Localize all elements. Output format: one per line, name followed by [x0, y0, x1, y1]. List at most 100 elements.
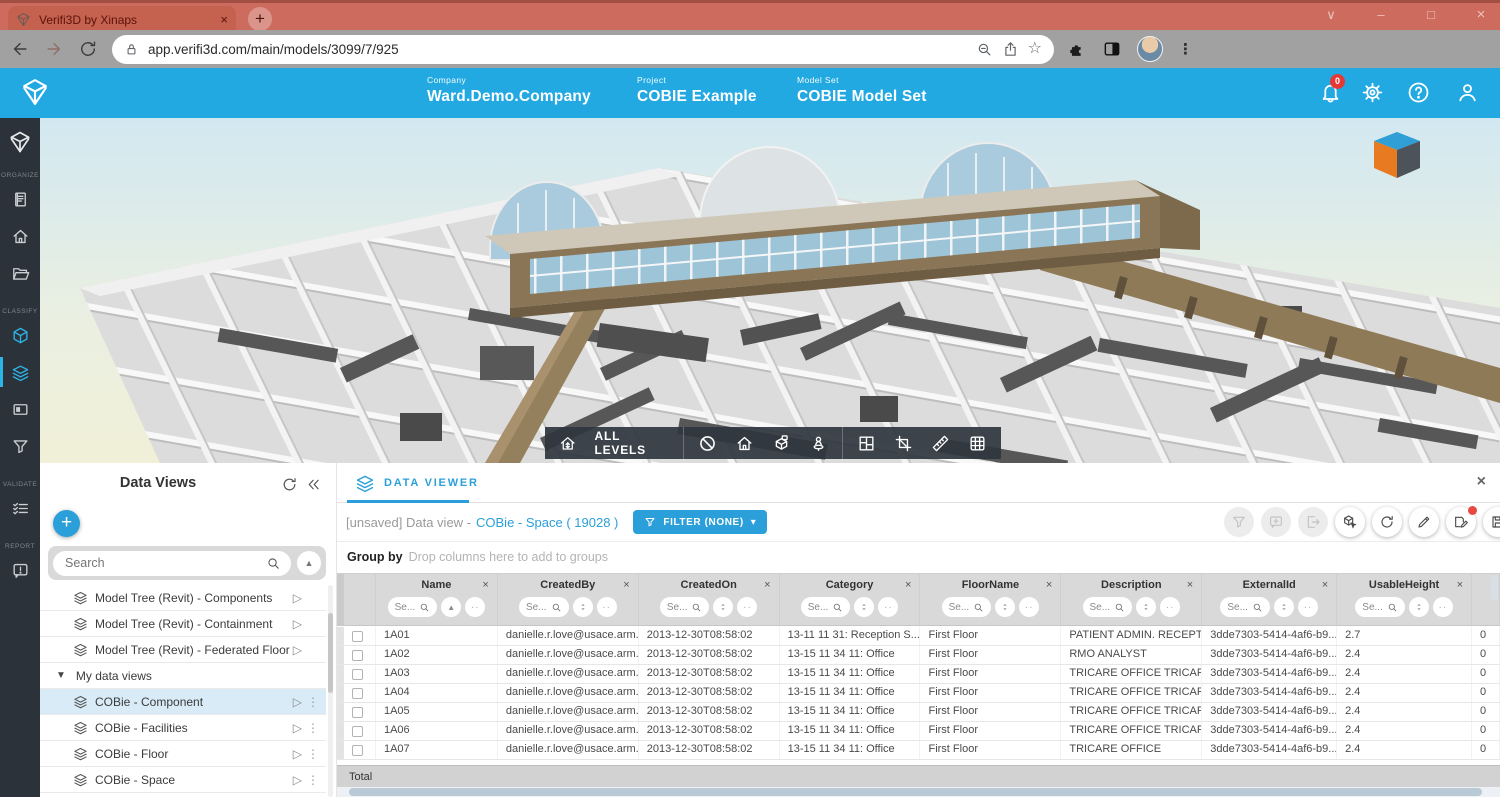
close-panel-icon[interactable]: × — [1477, 473, 1486, 491]
window-close-icon[interactable]: × — [1468, 6, 1494, 23]
data-view-item[interactable]: COBie - Floor▷⋮ — [40, 741, 326, 767]
crop-section-icon[interactable] — [894, 434, 913, 453]
run-view-icon[interactable]: ▷ — [293, 721, 302, 735]
column-header[interactable]: FloorName×Se...·· — [920, 574, 1061, 625]
grid-horizontal-scrollbar[interactable] — [337, 787, 1500, 797]
row-checkbox[interactable] — [352, 726, 363, 737]
remove-column-icon[interactable]: × — [482, 579, 488, 591]
column-search-input[interactable]: Se... — [942, 597, 992, 617]
window-maximize-icon[interactable]: □ — [1418, 7, 1444, 22]
data-view-item[interactable]: COBie - Facilities▷⋮ — [40, 715, 326, 741]
run-view-icon[interactable]: ▷ — [293, 643, 302, 657]
remove-column-icon[interactable]: × — [1046, 579, 1052, 591]
first-person-icon[interactable] — [809, 434, 828, 453]
tab-close-icon[interactable]: × — [220, 12, 228, 27]
table-row[interactable]: 1A07danielle.r.love@usace.arm...2013-12-… — [337, 741, 1500, 760]
sort-icon[interactable] — [854, 597, 874, 617]
remove-column-icon[interactable]: × — [1322, 579, 1328, 591]
sort-icon[interactable] — [995, 597, 1015, 617]
item-menu-icon[interactable]: ⋮ — [307, 747, 319, 761]
sort-icon[interactable] — [1409, 597, 1429, 617]
rail-item-issues[interactable] — [0, 553, 40, 587]
measure-ruler-icon[interactable] — [931, 434, 950, 453]
run-view-icon[interactable]: ▷ — [293, 747, 302, 761]
row-checkbox[interactable] — [352, 650, 363, 661]
column-menu-button[interactable]: ·· — [465, 597, 485, 617]
rail-item-home[interactable] — [0, 219, 40, 253]
help-icon[interactable] — [1406, 80, 1431, 105]
modelset-selector[interactable]: Model Set COBIE Model Set — [797, 75, 927, 106]
home-view-icon[interactable] — [735, 434, 754, 453]
share-icon[interactable] — [1002, 41, 1019, 58]
collapse-panel-icon[interactable] — [305, 476, 322, 493]
edit-view-button[interactable] — [1409, 507, 1439, 537]
rail-item-model[interactable] — [0, 318, 40, 352]
row-checkbox[interactable] — [352, 669, 363, 680]
data-view-item[interactable]: Model Tree (Revit) - Containment▷ — [40, 611, 326, 637]
url-text[interactable]: app.verifi3d.com/main/models/3099/7/925 — [148, 42, 967, 57]
run-view-icon[interactable]: ▷ — [293, 591, 302, 605]
sort-icon[interactable] — [573, 597, 593, 617]
extensions-icon[interactable] — [1068, 40, 1087, 59]
bookmark-star-icon[interactable]: ☆ — [1028, 41, 1042, 57]
window-minimize-icon[interactable]: – — [1368, 7, 1394, 22]
data-view-item[interactable]: COBie - Space▷⋮ — [40, 767, 326, 793]
rail-item-filters[interactable] — [0, 429, 40, 463]
table-row[interactable]: 1A03danielle.r.love@usace.arm...2013-12-… — [337, 665, 1500, 684]
column-search-input[interactable]: Se... — [660, 597, 710, 617]
column-search-input[interactable]: Se... — [519, 597, 569, 617]
caret-down-icon[interactable]: ▼ — [56, 670, 66, 681]
column-menu-button[interactable]: ·· — [1019, 597, 1039, 617]
run-view-icon[interactable]: ▷ — [293, 695, 302, 709]
remove-column-icon[interactable]: × — [764, 579, 770, 591]
section-box-icon[interactable] — [772, 434, 791, 453]
search-field[interactable] — [53, 551, 291, 576]
rail-logo-icon[interactable] — [8, 130, 32, 154]
column-header[interactable]: UsableHeight×Se...·· — [1337, 574, 1472, 625]
rail-item-data-views[interactable] — [0, 355, 40, 389]
column-menu-button[interactable]: ·· — [1160, 597, 1180, 617]
save-as-button[interactable] — [1446, 507, 1476, 537]
item-menu-icon[interactable]: ⋮ — [307, 721, 319, 735]
remove-column-icon[interactable]: × — [1187, 579, 1193, 591]
row-checkbox[interactable] — [352, 745, 363, 756]
table-row[interactable]: 1A01danielle.r.love@usace.arm...2013-12-… — [337, 627, 1500, 646]
select-in-model-button[interactable] — [1335, 507, 1365, 537]
data-view-item[interactable]: COBie - Component▷⋮ — [40, 689, 326, 715]
remove-column-icon[interactable]: × — [623, 579, 629, 591]
column-search-input[interactable]: Se... — [1220, 597, 1270, 617]
side-panel-icon[interactable] — [1102, 39, 1122, 59]
refresh-data-button[interactable] — [1372, 507, 1402, 537]
run-view-icon[interactable]: ▷ — [293, 617, 302, 631]
level-selector[interactable]: ALL LEVELS — [545, 427, 683, 459]
url-bar[interactable]: app.verifi3d.com/main/models/3099/7/925 … — [112, 35, 1054, 64]
sort-asc-icon[interactable]: ▲ — [441, 597, 461, 617]
zoom-out-icon[interactable] — [976, 41, 993, 58]
project-selector[interactable]: Project COBIE Example — [637, 75, 757, 106]
column-menu-button[interactable]: ·· — [737, 597, 757, 617]
window-menu-icon[interactable]: ∨ — [1318, 7, 1344, 23]
grid-vertical-scrollbar[interactable] — [1491, 575, 1498, 601]
view-name-link[interactable]: COBie - Space ( 19028 ) — [476, 515, 618, 530]
group-by-bar[interactable]: Group by Drop columns here to add to gro… — [337, 541, 1500, 572]
data-view-item[interactable]: Model Tree (Revit) - Components▷ — [40, 585, 326, 611]
rail-item-checks[interactable] — [0, 491, 40, 525]
navigation-cube[interactable] — [1370, 130, 1424, 180]
reload-icon[interactable] — [78, 39, 98, 59]
profile-avatar[interactable] — [1137, 36, 1163, 62]
column-menu-button[interactable]: ·· — [1433, 597, 1453, 617]
rail-item-projects[interactable] — [0, 256, 40, 290]
column-header[interactable]: Name×Se...▲·· — [376, 574, 498, 625]
sort-icon[interactable] — [1136, 597, 1156, 617]
row-checkbox[interactable] — [352, 631, 363, 642]
rail-item-cards[interactable] — [0, 392, 40, 426]
hide-elements-icon[interactable] — [698, 434, 717, 453]
back-icon[interactable] — [10, 39, 30, 59]
3d-viewport[interactable]: ALL LEVELS — [40, 118, 1500, 463]
row-checkbox[interactable] — [352, 707, 363, 718]
column-header[interactable]: CreatedOn×Se...·· — [639, 574, 780, 625]
column-menu-button[interactable]: ·· — [597, 597, 617, 617]
new-tab-button[interactable]: + — [248, 7, 272, 31]
column-search-input[interactable]: Se... — [801, 597, 851, 617]
column-header[interactable]: ExternalId×Se...·· — [1202, 574, 1337, 625]
